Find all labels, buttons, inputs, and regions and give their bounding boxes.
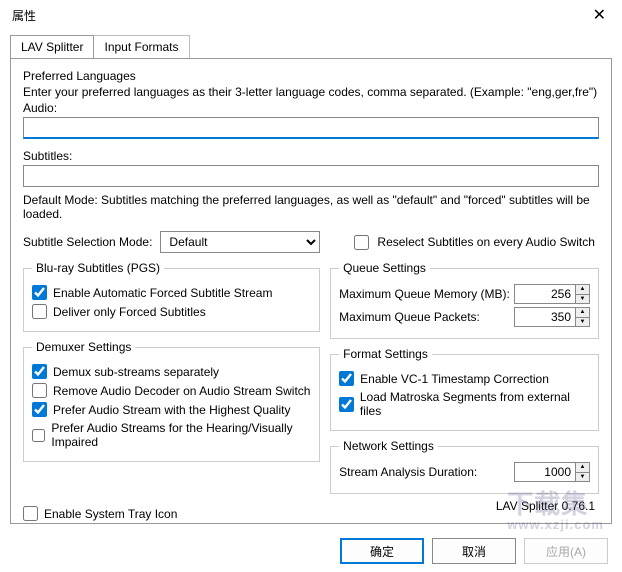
bluray-legend: Blu-ray Subtitles (PGS): [32, 261, 164, 275]
preferred-languages-heading: Preferred Languages: [23, 69, 599, 83]
audio-input[interactable]: [23, 117, 599, 139]
enable-forced-label: Enable Automatic Forced Subtitle Stream: [53, 286, 272, 300]
queue-packets-label: Maximum Queue Packets:: [339, 310, 480, 324]
duration-label: Stream Analysis Duration:: [339, 465, 477, 479]
subtitle-mode-select[interactable]: Default: [160, 231, 320, 253]
prefer-quality-label: Prefer Audio Stream with the Highest Qua…: [53, 403, 290, 417]
duration-spinner[interactable]: ▲▼: [514, 462, 590, 482]
vc1-label: Enable VC-1 Timestamp Correction: [360, 372, 549, 386]
matroska-label: Load Matroska Segments from external fil…: [360, 390, 590, 418]
demux-sub-checkbox[interactable]: [32, 364, 47, 379]
spinner-buttons[interactable]: ▲▼: [575, 308, 589, 326]
prefer-impaired-label: Prefer Audio Streams for the Hearing/Vis…: [51, 421, 311, 449]
bluray-group: Blu-ray Subtitles (PGS) Enable Automatic…: [23, 261, 320, 332]
tab-lav-splitter[interactable]: LAV Splitter: [10, 35, 94, 58]
queue-packets-input[interactable]: [515, 308, 575, 326]
reselect-subtitles-label: Reselect Subtitles on every Audio Switch: [377, 235, 594, 249]
subtitles-label: Subtitles:: [23, 149, 599, 163]
format-legend: Format Settings: [339, 347, 432, 361]
button-bar: 确定 取消 应用(A): [340, 538, 608, 564]
demux-sub-label: Demux sub-streams separately: [53, 365, 219, 379]
queue-legend: Queue Settings: [339, 261, 430, 275]
queue-packets-spinner[interactable]: ▲▼: [514, 307, 590, 327]
enable-forced-checkbox[interactable]: [32, 285, 47, 300]
remove-decoder-checkbox[interactable]: [32, 383, 47, 398]
cancel-button[interactable]: 取消: [432, 538, 516, 564]
deliver-forced-label: Deliver only Forced Subtitles: [53, 305, 206, 319]
queue-mem-label: Maximum Queue Memory (MB):: [339, 287, 510, 301]
spinner-buttons[interactable]: ▲▼: [575, 285, 589, 303]
window-title: 属性: [12, 7, 36, 24]
audio-label: Audio:: [23, 101, 599, 115]
tab-strip: LAV Splitter Input Formats: [10, 34, 612, 58]
subtitle-mode-row: Subtitle Selection Mode: Default Reselec…: [23, 231, 599, 253]
network-group: Network Settings Stream Analysis Duratio…: [330, 439, 599, 494]
queue-mem-input[interactable]: [515, 285, 575, 303]
subtitles-input[interactable]: [23, 165, 599, 187]
titlebar: 属性 ✕: [0, 0, 622, 30]
reselect-subtitles-checkbox[interactable]: [354, 235, 369, 250]
queue-mem-spinner[interactable]: ▲▼: [514, 284, 590, 304]
spinner-buttons[interactable]: ▲▼: [575, 463, 589, 481]
deliver-forced-checkbox[interactable]: [32, 304, 47, 319]
prefer-quality-checkbox[interactable]: [32, 402, 47, 417]
version-label: LAV Splitter 0.76.1: [496, 499, 595, 513]
close-icon[interactable]: ✕: [585, 1, 614, 29]
default-mode-note: Default Mode: Subtitles matching the pre…: [23, 193, 599, 221]
ok-button[interactable]: 确定: [340, 538, 424, 564]
tray-icon-label: Enable System Tray Icon: [44, 507, 177, 521]
vc1-checkbox[interactable]: [339, 371, 354, 386]
remove-decoder-label: Remove Audio Decoder on Audio Stream Swi…: [53, 384, 310, 398]
network-legend: Network Settings: [339, 439, 438, 453]
matroska-checkbox[interactable]: [339, 397, 354, 412]
demuxer-legend: Demuxer Settings: [32, 340, 135, 354]
tray-icon-checkbox[interactable]: [23, 506, 38, 521]
prefer-impaired-checkbox[interactable]: [32, 428, 45, 443]
demuxer-group: Demuxer Settings Demux sub-streams separ…: [23, 340, 320, 462]
tab-input-formats[interactable]: Input Formats: [93, 35, 189, 58]
tab-panel-lav-splitter: Preferred Languages Enter your preferred…: [10, 58, 612, 524]
preferred-languages-desc: Enter your preferred languages as their …: [23, 85, 599, 99]
queue-group: Queue Settings Maximum Queue Memory (MB)…: [330, 261, 599, 339]
format-group: Format Settings Enable VC-1 Timestamp Co…: [330, 347, 599, 431]
subtitle-mode-label: Subtitle Selection Mode:: [23, 235, 152, 249]
duration-input[interactable]: [515, 463, 575, 481]
content-area: LAV Splitter Input Formats Preferred Lan…: [0, 30, 622, 524]
apply-button[interactable]: 应用(A): [524, 538, 608, 564]
